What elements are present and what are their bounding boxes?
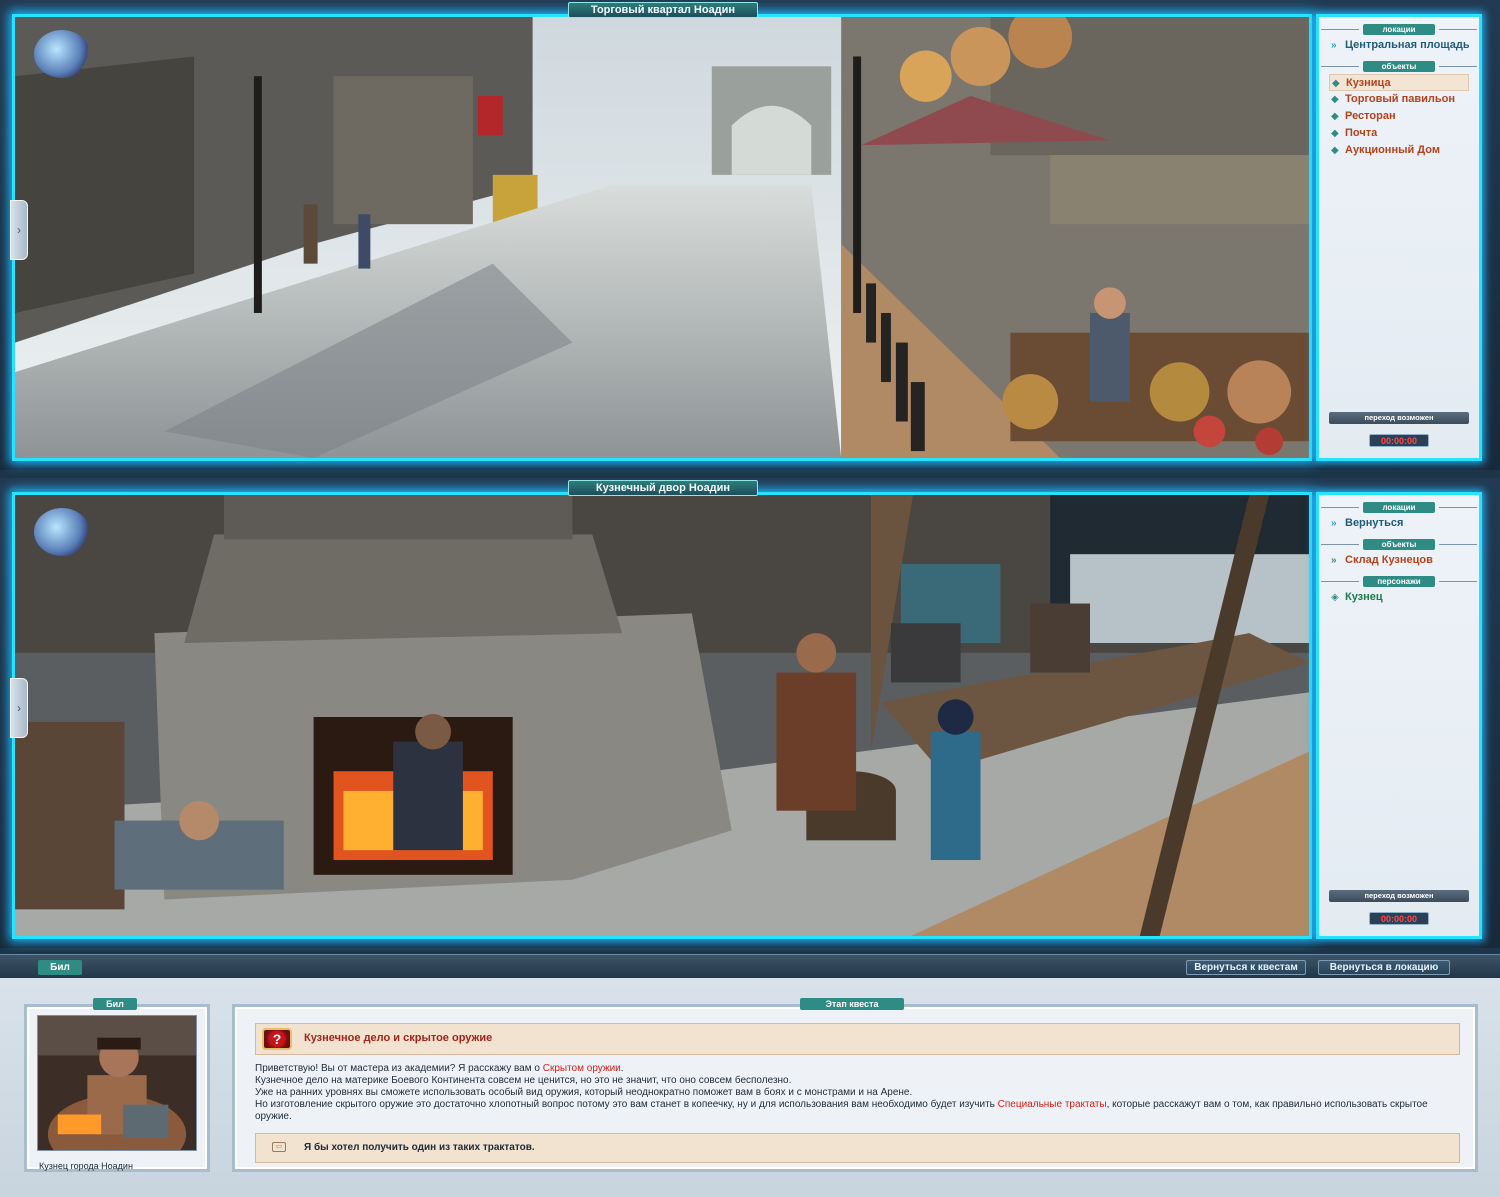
quest-title: Кузнечное дело и скрытое оружие [304, 1032, 493, 1044]
dialog-line: Уже на ранних уровнях вы сможете использ… [255, 1087, 913, 1098]
diamond-icon: ◆ [1331, 94, 1339, 105]
special-treatises-link[interactable]: Специальные трактаты [998, 1099, 1107, 1110]
collapse-arrow-icon[interactable]: › [10, 200, 28, 260]
section-label-objects: объекты [1321, 61, 1477, 72]
back-to-location-button[interactable]: Вернуться в локацию [1318, 960, 1450, 975]
location-scene-image[interactable] [12, 14, 1312, 461]
section-label-locations: локации [1321, 24, 1477, 35]
quest-stage-label: Этап квеста [800, 998, 904, 1010]
npc-name-tab: Бил [38, 960, 82, 975]
location-panel-trade-quarter: Торговый квартал Ноадин › локации » Цент… [0, 0, 1500, 470]
location-title: Торговый квартал Ноадин [568, 2, 758, 18]
sidebar-item-return[interactable]: » Вернуться [1329, 515, 1469, 532]
npc-portrait [37, 1015, 197, 1151]
quest-dialog-text: Приветствую! Вы от мастера из академии? … [255, 1063, 1463, 1123]
location-title: Кузнечный двор Ноадин [568, 480, 758, 496]
location-sidebar: локации » Вернуться объекты » Склад Кузнец… [1316, 492, 1482, 939]
dialog-line: Приветствую! Вы от мастера из академии? … [255, 1063, 624, 1074]
dialog-line: Кузнечное дело на материке Боевого Конти… [255, 1075, 792, 1086]
diamond-icon: ◆ [1331, 145, 1339, 156]
double-chevron-icon: » [1331, 518, 1337, 529]
collapse-arrow-icon[interactable]: › [10, 678, 28, 738]
sidebar-item-post[interactable]: ◆ Почта [1329, 125, 1469, 142]
double-chevron-icon: » [1331, 40, 1337, 51]
sidebar-item-auction-house[interactable]: ◆ Аукционный Дом [1329, 142, 1469, 159]
location-scene-image[interactable] [12, 492, 1312, 939]
transit-timer: 00:00:00 [1369, 434, 1429, 447]
diamond-icon: ◈ [1331, 592, 1339, 603]
sidebar-item-central-square[interactable]: » Центральная площадь [1329, 37, 1469, 54]
quest-header: ? Кузнечное дело и скрытое оружие [255, 1023, 1460, 1055]
dialog-line: Но изготовление скрытого оружие это дост… [255, 1099, 1428, 1122]
location-sidebar: локации » Центральная площадь объекты ◆ Ку… [1316, 14, 1482, 461]
section-label-characters: персонажи [1321, 576, 1477, 587]
transit-status: переход возможен 00:00:00 [1329, 890, 1469, 930]
transit-status: переход возможен 00:00:00 [1329, 412, 1469, 452]
location-panel-smithy-yard: Кузнечный двор Ноадин › локации » Вернут… [0, 478, 1500, 948]
sidebar-item-restaurant[interactable]: ◆ Ресторан [1329, 108, 1469, 125]
npc-portrait-frame: Кузнец города Ноадин [24, 1004, 210, 1172]
back-to-quests-button[interactable]: Вернуться к квестам [1186, 960, 1306, 975]
portrait-name-label: Бил [93, 998, 137, 1010]
sidebar-item-smiths-warehouse[interactable]: » Склад Кузнецов [1329, 552, 1469, 569]
diamond-icon: ◆ [1332, 78, 1340, 89]
diamond-icon: ◆ [1331, 111, 1339, 122]
quest-stage-panel: ? Кузнечное дело и скрытое оружие Привет… [232, 1004, 1478, 1172]
speech-bubble-icon: ▭ [272, 1142, 286, 1152]
sidebar-item-blacksmith[interactable]: ◈ Кузнец [1329, 589, 1469, 606]
answer-option-text: Я бы хотел получить один из таких тракта… [304, 1142, 535, 1153]
transit-label: переход возможен [1329, 412, 1469, 424]
sidebar-item-trade-pavilion[interactable]: ◆ Торговый павильон [1329, 91, 1469, 108]
question-mark-icon: ? [262, 1028, 292, 1050]
npc-portrait-caption: Кузнец города Ноадин [39, 1161, 133, 1171]
transit-timer: 00:00:00 [1369, 912, 1429, 925]
quest-dialog: Бил Кузнец города Ноадин Этап квеста ? К… [0, 978, 1500, 1197]
answer-option[interactable]: ▭ Я бы хотел получить один из таких трак… [255, 1133, 1460, 1163]
transit-label: переход возможен [1329, 890, 1469, 902]
hidden-weapon-link[interactable]: Скрытом оружии [543, 1063, 621, 1074]
section-label-objects: объекты [1321, 539, 1477, 550]
diamond-icon: ◆ [1331, 128, 1339, 139]
sidebar-item-smithy[interactable]: ◆ Кузница [1329, 74, 1469, 91]
dialog-toolbar: Бил Вернуться к квестам Вернуться в лока… [0, 954, 1500, 978]
double-chevron-icon: » [1331, 555, 1337, 566]
section-label-locations: локации [1321, 502, 1477, 513]
game-logo-icon [34, 30, 90, 78]
game-logo-icon [34, 508, 90, 556]
